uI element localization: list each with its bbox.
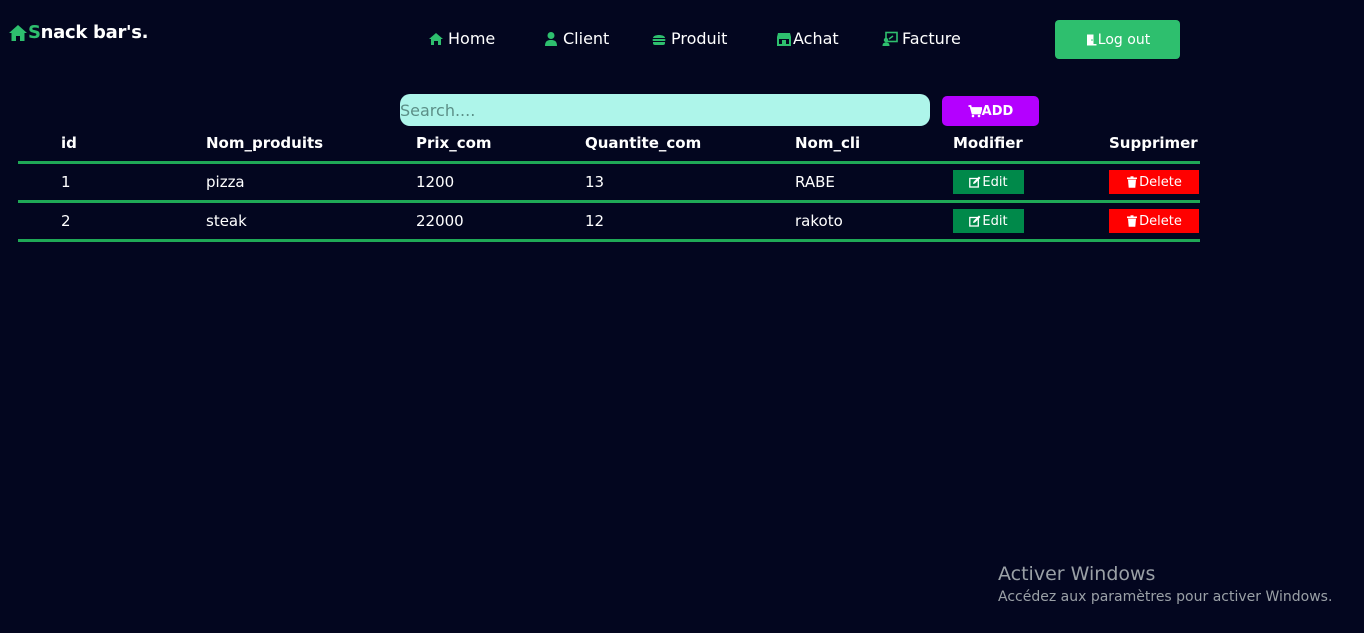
store-icon (777, 32, 791, 46)
nav-produit-label: Produit (671, 29, 728, 48)
nav-produit[interactable]: Produit (651, 29, 727, 48)
delete-button[interactable]: Delete (1109, 170, 1199, 194)
table-row: 1 pizza 1200 13 RABE Edit Delete (18, 162, 1200, 203)
door-icon (1086, 34, 1097, 45)
edit-label: Edit (982, 213, 1008, 229)
col-header-quantite-com: Quantite_com (585, 125, 795, 164)
cell-supprimer: Delete (1109, 162, 1200, 203)
watermark-title: Activer Windows (998, 563, 1156, 585)
col-header-nom-cli: Nom_cli (795, 125, 953, 164)
cell-modifier: Edit (953, 201, 1109, 242)
table-row: 2 steak 22000 12 rakoto Edit Delete (18, 201, 1200, 242)
logout-button[interactable]: Log out (1055, 20, 1180, 59)
cell-id: 2 (18, 201, 206, 242)
cell-prix-com: 1200 (416, 162, 585, 203)
invoice-icon (882, 31, 898, 46)
cell-prix-com: 22000 (416, 201, 585, 242)
trash-icon (1127, 215, 1138, 227)
cell-nom-produits: steak (206, 201, 416, 242)
cell-nom-cli: rakoto (795, 201, 953, 242)
orders-table: id Nom_produits Prix_com Quantite_com No… (18, 125, 1200, 242)
nav-client-label: Client (563, 29, 610, 48)
watermark-subtitle: Accédez aux paramètres pour activer Wind… (998, 589, 1333, 605)
col-header-modifier: Modifier (953, 125, 1109, 164)
nav-achat-label: Achat (793, 29, 839, 48)
home-icon (429, 32, 443, 45)
search-input[interactable] (400, 94, 930, 126)
col-header-supprimer: Supprimer (1109, 125, 1200, 164)
nav-facture[interactable]: Facture (882, 29, 961, 48)
logout-label: Log out (1097, 31, 1151, 48)
cell-nom-produits: pizza (206, 162, 416, 203)
cell-supprimer: Delete (1109, 201, 1200, 242)
burger-icon (652, 34, 666, 45)
cell-nom-cli: RABE (795, 162, 953, 203)
delete-label: Delete (1139, 213, 1182, 229)
edit-icon (969, 215, 981, 227)
brand-name: nack bar's. (40, 22, 149, 43)
nav-home[interactable]: Home (428, 29, 495, 48)
brand-first-letter: S (28, 22, 41, 43)
edit-button[interactable]: Edit (953, 209, 1024, 233)
nav-facture-label: Facture (902, 29, 961, 48)
cell-modifier: Edit (953, 162, 1109, 203)
trash-icon (1127, 176, 1138, 188)
edit-icon (969, 176, 981, 188)
add-button[interactable]: ADD (942, 96, 1039, 126)
delete-label: Delete (1139, 174, 1182, 190)
home-icon (9, 24, 27, 41)
col-header-nom-produits: Nom_produits (206, 125, 416, 164)
edit-label: Edit (982, 174, 1008, 190)
nav-home-label: Home (448, 29, 496, 48)
cart-icon (968, 104, 982, 117)
delete-button[interactable]: Delete (1109, 209, 1199, 233)
user-icon (545, 31, 557, 46)
add-label: ADD (981, 103, 1014, 119)
edit-button[interactable]: Edit (953, 170, 1024, 194)
cell-id: 1 (18, 162, 206, 203)
brand-logo: Snack bar's. (8, 22, 149, 43)
cell-quantite-com: 13 (585, 162, 795, 203)
col-header-id: id (18, 125, 206, 164)
table-header-row: id Nom_produits Prix_com Quantite_com No… (18, 125, 1200, 164)
cell-quantite-com: 12 (585, 201, 795, 242)
nav-client[interactable]: Client (543, 29, 609, 48)
nav-achat[interactable]: Achat (776, 29, 839, 48)
col-header-prix-com: Prix_com (416, 125, 585, 164)
windows-activation-watermark: Activer Windows Accédez aux paramètres p… (998, 563, 1332, 605)
